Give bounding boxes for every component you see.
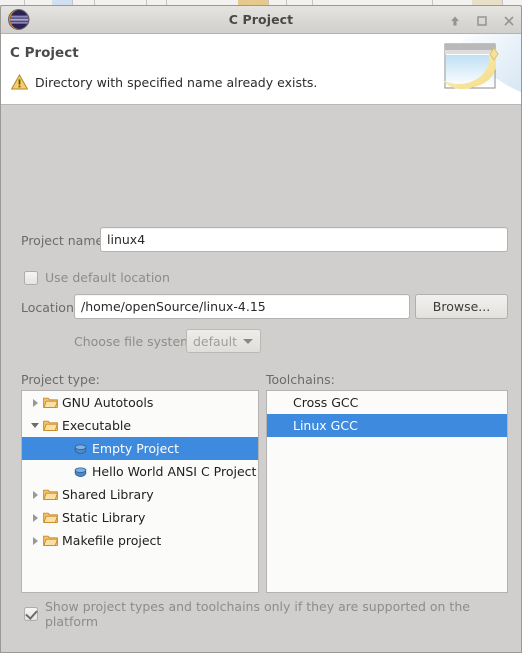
c-project-dialog: C Project C Project Directory with speci… — [0, 5, 522, 653]
checkbox-box — [24, 270, 38, 285]
project-type-label: Project type: — [21, 372, 100, 387]
chevron-down-icon — [243, 339, 253, 344]
dialog-window-root: C Project C Project Directory with speci… — [0, 0, 522, 653]
toolchain-label: Cross GCC — [293, 395, 359, 410]
window-controls — [448, 6, 516, 33]
use-default-location-label: Use default location — [45, 270, 170, 285]
location-label: Location: — [21, 300, 79, 315]
folder-icon — [42, 511, 59, 524]
file-system-label: Choose file system: — [74, 334, 197, 349]
project-type-label: Hello World ANSI C Project — [92, 464, 257, 479]
toolchain-label: Linux GCC — [293, 418, 358, 433]
folder-icon — [42, 488, 59, 501]
project-type-label: Makefile project — [62, 533, 162, 548]
page-title: C Project — [10, 45, 79, 61]
project-type-row[interactable]: GNU Autotools — [22, 391, 258, 414]
checkbox-box — [24, 607, 38, 621]
title-bar: C Project — [1, 6, 521, 34]
project-name-input[interactable]: linux4 — [100, 227, 508, 252]
eclipse-icon — [7, 8, 30, 31]
wizard-header: C Project Directory with specified name … — [1, 34, 521, 105]
window-title: C Project — [228, 12, 294, 27]
header-message: Directory with specified name already ex… — [35, 74, 318, 90]
file-system-select[interactable]: default — [186, 329, 261, 353]
project-type-row[interactable]: Static Library — [22, 506, 258, 529]
project-type-row[interactable]: Shared Library — [22, 483, 258, 506]
chevron-right-icon[interactable] — [28, 490, 42, 499]
chevron-right-icon[interactable] — [28, 536, 42, 545]
location-value: /home/openSource/linux-4.15 — [81, 299, 266, 314]
project-name-label: Project name: — [21, 233, 108, 248]
maximize-button[interactable] — [475, 13, 489, 27]
chevron-right-icon[interactable] — [28, 398, 42, 407]
warning-icon — [10, 73, 29, 90]
project-type-tree[interactable]: GNU Autotools Executable Empty Project Hell… — [21, 390, 259, 593]
toolchain-row[interactable]: Linux GCC — [267, 414, 507, 437]
project-icon — [72, 465, 89, 478]
location-input[interactable]: /home/openSource/linux-4.15 — [74, 294, 410, 319]
browse-button[interactable]: Browse... — [415, 294, 508, 319]
project-type-label: Empty Project — [92, 441, 180, 456]
project-type-label: Static Library — [62, 510, 146, 525]
browse-label: Browse... — [432, 299, 491, 314]
project-type-row[interactable]: Executable — [22, 414, 258, 437]
folder-icon — [42, 419, 59, 432]
minimize-button[interactable] — [448, 13, 462, 27]
show-supported-only-label: Show project types and toolchains only i… — [45, 599, 470, 629]
show-supported-only-checkbox[interactable]: Show project types and toolchains only i… — [24, 599, 521, 629]
wizard-banner-icon — [431, 34, 521, 104]
toolchain-row[interactable]: Cross GCC — [267, 391, 507, 414]
chevron-right-icon[interactable] — [28, 513, 42, 522]
close-button[interactable] — [502, 13, 516, 27]
use-default-location-checkbox[interactable]: Use default location — [24, 270, 170, 285]
toolchains-label: Toolchains: — [266, 372, 335, 387]
chevron-down-icon[interactable] — [28, 423, 42, 428]
folder-icon — [42, 534, 59, 547]
project-type-label: Executable — [62, 418, 132, 433]
project-name-value: linux4 — [107, 232, 146, 247]
toolchains-list[interactable]: Cross GCC Linux GCC — [266, 390, 508, 593]
project-type-row[interactable]: Empty Project — [22, 437, 258, 460]
folder-icon — [42, 396, 59, 409]
project-type-label: Shared Library — [62, 487, 154, 502]
header-message-row: Directory with specified name already ex… — [10, 73, 318, 90]
dialog-body: Project name: linux4 Use default locatio… — [1, 105, 521, 653]
project-type-row[interactable]: Hello World ANSI C Project — [22, 460, 258, 483]
file-system-value: default — [193, 333, 237, 349]
project-type-row[interactable]: Makefile project — [22, 529, 258, 552]
project-type-label: GNU Autotools — [62, 395, 154, 410]
project-icon — [72, 442, 89, 455]
